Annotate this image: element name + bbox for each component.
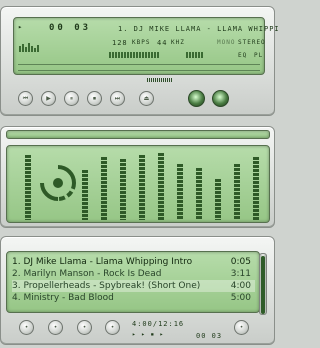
remove-button[interactable]: •	[48, 320, 63, 335]
eq-logo-icon	[40, 165, 76, 201]
eq-slider[interactable]	[101, 157, 107, 220]
samplerate-value: 44	[157, 39, 168, 47]
eq-slider[interactable]	[177, 164, 183, 220]
play-indicator-icon: ▸	[18, 23, 24, 31]
eq-slider[interactable]	[215, 179, 221, 220]
previous-button[interactable]: ⏮	[18, 91, 33, 106]
list-options-button[interactable]: •	[234, 320, 249, 335]
eq-slider[interactable]	[158, 153, 164, 220]
main-display: ▸ 00 03 1. DJ MIKE LLAMA - LLAMA WHIPPI …	[13, 17, 279, 75]
eq-slider[interactable]	[139, 155, 145, 220]
playlist-scrollbar[interactable]	[259, 253, 267, 315]
play-icon: ▶	[46, 95, 51, 102]
position-grip[interactable]	[147, 78, 173, 82]
playlist-toggle[interactable]: PL	[254, 52, 263, 59]
eq-display	[6, 145, 270, 223]
next-icon: ⏭	[114, 95, 121, 102]
stop-button[interactable]: ⏹	[87, 91, 102, 106]
track-time: 4:00	[230, 281, 251, 291]
playlist-row[interactable]: 2. Marilyn Manson - Rock Is Dead 3:11	[12, 268, 255, 280]
track-time: 0:05	[230, 257, 251, 267]
track-name: 1. DJ Mike Llama - Llama Whipping Intro	[12, 257, 193, 267]
equalizer-window	[0, 126, 275, 228]
bitrate-label: KBPS	[132, 39, 151, 46]
eq-slider[interactable]	[196, 168, 202, 220]
track-name: 2. Marilyn Manson - Rock Is Dead	[12, 269, 162, 279]
eject-icon: ⏏	[143, 95, 150, 102]
mono-indicator: MONO	[217, 39, 236, 46]
scrollbar-thumb[interactable]	[261, 256, 265, 314]
mini-transport-icon[interactable]: ▸ ▸ ▪ ▸	[132, 331, 164, 338]
play-button[interactable]: ▶	[41, 91, 56, 106]
track-time: 5:00	[230, 293, 251, 303]
misc-button[interactable]: •	[105, 320, 120, 335]
shuffle-button[interactable]	[188, 90, 205, 107]
eq-slider[interactable]	[82, 170, 88, 220]
eq-slider[interactable]	[234, 164, 240, 220]
playlist-row[interactable]: 1. DJ Mike Llama - Llama Whipping Intro …	[12, 256, 255, 268]
eq-slider[interactable]	[25, 155, 31, 220]
samplerate-label: KHZ	[171, 39, 185, 46]
playlist-row[interactable]: 4. Ministry - Bad Blood 5:00	[12, 292, 255, 304]
track-name: 3. Propellerheads - Spybreak! (Short One…	[12, 281, 201, 291]
time-display: 00 03	[49, 23, 92, 33]
repeat-button[interactable]	[212, 90, 229, 107]
eq-slider[interactable]	[120, 159, 126, 220]
bitrate-value: 128	[112, 39, 128, 47]
eq-toggle[interactable]: EQ	[238, 52, 247, 59]
list-options-icon: •	[239, 324, 244, 331]
eq-titlebar	[6, 130, 270, 139]
playlist-mini-time: 00 03	[196, 332, 223, 340]
stop-icon: ⏹	[92, 95, 96, 102]
volume-slider[interactable]	[109, 49, 179, 59]
track-time: 3:11	[230, 269, 251, 279]
pause-icon: ⏸	[69, 95, 73, 102]
pause-button[interactable]: ⏸	[64, 91, 79, 106]
song-title-scroller[interactable]: 1. DJ MIKE LLAMA - LLAMA WHIPPI	[118, 25, 280, 33]
select-button[interactable]: •	[77, 320, 92, 335]
remove-icon: •	[53, 324, 58, 331]
select-icon: •	[82, 324, 87, 331]
playlist-window: 1. DJ Mike Llama - Llama Whipping Intro …	[0, 236, 275, 345]
next-button[interactable]: ⏭	[110, 91, 125, 106]
misc-icon: •	[110, 324, 115, 331]
stereo-indicator: STEREO	[238, 39, 266, 46]
balance-slider[interactable]	[186, 49, 226, 59]
add-button[interactable]: •	[19, 320, 34, 335]
main-player-window: ▸ 00 03 1. DJ MIKE LLAMA - LLAMA WHIPPI …	[0, 6, 279, 116]
eject-button[interactable]: ⏏	[139, 91, 154, 106]
playlist-total-time: 4:00/12:16	[132, 320, 185, 328]
add-icon: •	[24, 324, 29, 331]
playlist-row[interactable]: 3. Propellerheads - Spybreak! (Short One…	[12, 280, 255, 292]
spectrum-visualizer	[19, 43, 39, 52]
previous-icon: ⏮	[22, 95, 29, 102]
eq-slider[interactable]	[253, 157, 259, 220]
seek-bar[interactable]	[18, 64, 260, 71]
track-name: 4. Ministry - Bad Blood	[12, 293, 114, 303]
